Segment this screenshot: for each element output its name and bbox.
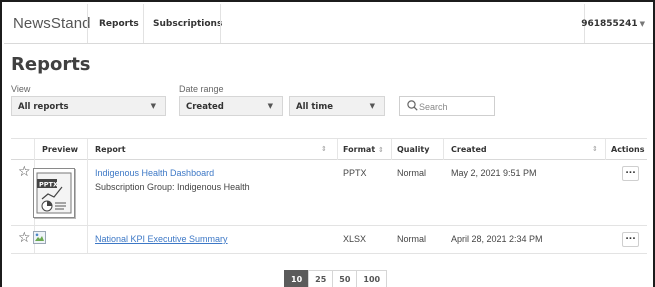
- pptx-file-icon: PPTX: [36, 172, 72, 214]
- date-field-value: Created: [186, 102, 224, 112]
- nav-divider: [87, 4, 88, 43]
- report-link[interactable]: Indigenous Health Dashboard: [95, 168, 214, 178]
- user-menu[interactable]: 961855241 ▼: [581, 19, 645, 29]
- column-actions: Actions: [611, 145, 645, 154]
- app-frame: NewsStand Reports Subscriptions 96185524…: [0, 0, 655, 287]
- date-range-label: Date range: [179, 84, 224, 94]
- report-subtitle: Subscription Group: Indigenous Health: [95, 182, 250, 192]
- view-label: View: [11, 84, 31, 94]
- column-divider: [605, 139, 606, 160]
- pptx-thumbnail[interactable]: PPTX: [33, 168, 75, 218]
- column-divider: [337, 139, 338, 160]
- date-period-select[interactable]: All time ▼: [289, 96, 385, 116]
- report-created: May 2, 2021 9:51 PM: [451, 168, 537, 178]
- column-format-label: Format: [343, 145, 376, 154]
- actions-menu-button[interactable]: ...: [622, 166, 639, 181]
- column-divider: [87, 139, 88, 160]
- broken-image-icon[interactable]: [33, 231, 46, 244]
- column-created[interactable]: Created: [451, 145, 487, 154]
- report-quality: Normal: [397, 168, 427, 178]
- page-size-selector: 10 25 50 100: [284, 270, 388, 287]
- table-header: Preview Report ⇕ Format ⇕ Quality Create…: [11, 138, 647, 160]
- report-format: XLSX: [343, 234, 367, 244]
- report-created: April 28, 2021 2:34 PM: [451, 234, 543, 244]
- sort-icon[interactable]: ⇕: [321, 145, 327, 153]
- top-nav: NewsStand Reports Subscriptions 96185524…: [4, 4, 653, 44]
- column-format[interactable]: Format ⇕: [343, 145, 384, 154]
- page-size-50[interactable]: 50: [332, 270, 358, 287]
- search-icon: [407, 100, 418, 111]
- column-report[interactable]: Report: [95, 145, 126, 154]
- report-link[interactable]: National KPI Executive Summary: [95, 234, 228, 244]
- column-divider: [391, 139, 392, 160]
- page-size-10[interactable]: 10: [284, 270, 310, 287]
- search-input[interactable]: Search: [399, 96, 495, 116]
- column-divider: [87, 160, 88, 225]
- column-quality: Quality: [397, 145, 430, 154]
- sort-icon[interactable]: ⇕: [592, 145, 598, 153]
- user-id: 961855241: [581, 19, 638, 29]
- thumb-label: PPTX: [39, 181, 58, 189]
- report-format: PPTX: [343, 168, 367, 178]
- date-period-value: All time: [296, 102, 333, 112]
- column-preview: Preview: [42, 145, 79, 154]
- column-divider: [443, 139, 444, 160]
- report-quality: Normal: [397, 234, 427, 244]
- actions-menu-button[interactable]: ...: [622, 232, 639, 247]
- star-outline-icon[interactable]: ☆: [18, 164, 31, 180]
- view-select-value: All reports: [18, 102, 69, 112]
- nav-divider: [143, 4, 144, 43]
- page-size-25[interactable]: 25: [308, 270, 334, 287]
- view-select[interactable]: All reports ▼: [11, 96, 166, 116]
- tab-subscriptions[interactable]: Subscriptions: [153, 19, 222, 29]
- tab-reports[interactable]: Reports: [99, 19, 139, 29]
- sort-icon: ⇕: [377, 146, 384, 154]
- search-placeholder: Search: [419, 102, 448, 112]
- nav-divider: [220, 4, 221, 43]
- chevron-down-icon: ▼: [150, 102, 156, 110]
- chevron-down-icon: ▼: [267, 102, 273, 110]
- chevron-down-icon: ▼: [639, 20, 645, 28]
- brand-logo[interactable]: NewsStand: [13, 15, 91, 32]
- star-outline-icon[interactable]: ☆: [18, 230, 31, 246]
- column-divider: [34, 139, 35, 160]
- column-divider: [87, 226, 88, 253]
- chevron-down-icon: ▼: [369, 102, 375, 110]
- page-size-100[interactable]: 100: [356, 270, 388, 287]
- date-field-select[interactable]: Created ▼: [179, 96, 283, 116]
- page-title: Reports: [11, 54, 91, 75]
